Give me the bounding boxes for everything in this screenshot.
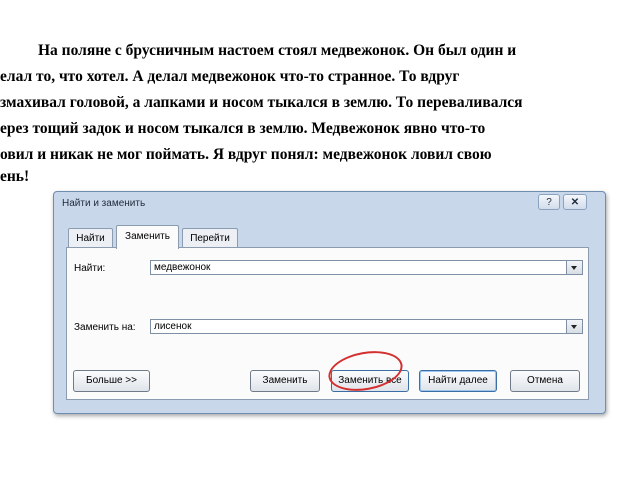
help-icon: ?	[546, 197, 552, 208]
document-line: На поляне с брусничным настоем стоял мед…	[38, 42, 517, 59]
replace-input-value: лисенок	[154, 321, 192, 332]
tab-goto[interactable]: Перейти	[182, 228, 238, 248]
document-line: елал то, что хотел. А делал медвежонок ч…	[0, 68, 460, 85]
find-next-button[interactable]: Найти далее	[419, 370, 497, 392]
find-label: Найти:	[74, 263, 106, 274]
cancel-button[interactable]: Отмена	[510, 370, 580, 392]
close-icon: ✕	[570, 197, 580, 208]
find-replace-dialog: Найти и заменить ? ✕ Найти Заменить Пере…	[53, 191, 606, 414]
chevron-down-icon[interactable]	[566, 261, 582, 274]
close-button[interactable]: ✕	[563, 194, 587, 210]
find-input-value: медвежонок	[154, 262, 211, 273]
help-button[interactable]: ?	[538, 194, 560, 210]
document-line: змахивал головой, а лапками и носом тыка…	[0, 94, 523, 111]
replace-button[interactable]: Заменить	[250, 370, 320, 392]
document-line: ень!	[0, 168, 30, 185]
tab-find[interactable]: Найти	[68, 228, 113, 248]
chevron-down-icon[interactable]	[566, 320, 582, 333]
find-input[interactable]: медвежонок	[150, 260, 583, 275]
document-text: На поляне с брусничным настоем стоял мед…	[0, 40, 640, 190]
dialog-title: Найти и заменить	[62, 198, 146, 209]
replace-label: Заменить на:	[74, 322, 136, 333]
document-line: овил и никак не мог поймать. Я вдруг пон…	[0, 146, 492, 163]
more-button[interactable]: Больше >>	[73, 370, 150, 392]
tab-replace[interactable]: Заменить	[116, 225, 179, 249]
dialog-titlebar[interactable]: Найти и заменить ? ✕	[54, 192, 605, 218]
replace-input[interactable]: лисенок	[150, 319, 583, 334]
document-line: ерез тощий задок и носом тыкался в землю…	[0, 120, 486, 137]
